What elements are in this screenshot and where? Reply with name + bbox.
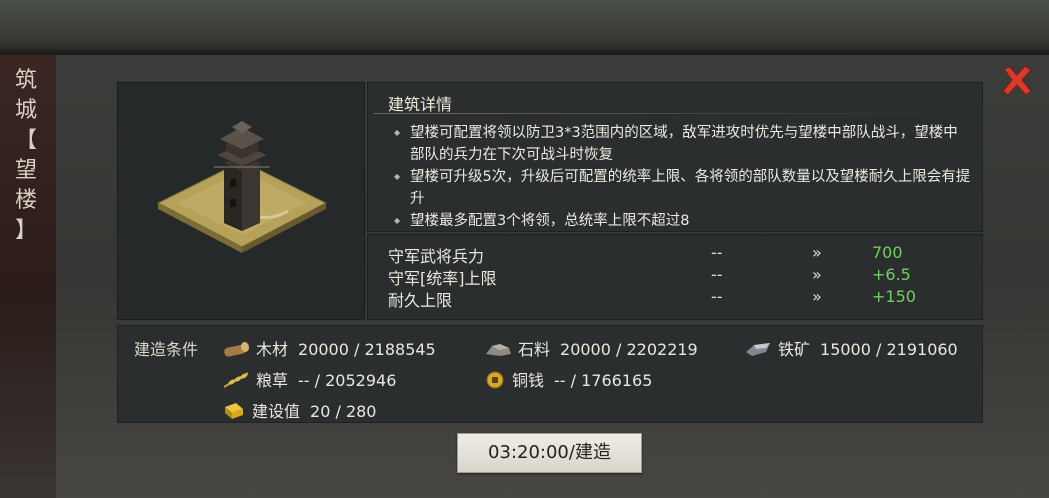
requirement-stone: 石料 20000 / 2202219 [484,336,698,362]
stat-next: 700 [872,243,903,262]
copper-coin-icon [484,370,506,394]
resource-name: 石料 [518,340,551,359]
watchtower-image [156,121,328,253]
detail-item: 望楼可升级5次，升级后可配置的统率上限、各将领的部队数量以及望楼耐久上限会有提升 [392,166,972,210]
requirement-grain: 粮草 -- / 2052946 [222,367,396,393]
resource-name: 粮草 [256,371,289,390]
stat-next: +6.5 [872,265,911,284]
stat-row: 守军武将兵力 -- » 700 [368,243,982,266]
arrow-icon: » [812,243,822,262]
arrow-icon: » [812,265,822,284]
build-button[interactable]: 03:20:00/建造 [457,433,642,473]
requirement-copper: 铜钱 -- / 1766165 [484,367,652,394]
stat-label: 耐久上限 [388,291,453,310]
stat-row: 守军[统率]上限 -- » +6.5 [368,265,982,288]
stat-current: -- [711,243,723,262]
detail-item: 望楼可配置将领以防卫3*3范围内的区域，敌军进攻时优先与望楼中部队战斗，望楼中部… [392,122,972,166]
building-detail-section: 建筑详情 望楼可配置将领以防卫3*3范围内的区域，敌军进攻时优先与望楼中部队战斗… [367,82,983,232]
arrow-icon: » [812,287,822,306]
stat-next: +150 [872,287,916,306]
detail-list: 望楼可配置将领以防卫3*3范围内的区域，敌军进攻时优先与望楼中部队战斗，望楼中部… [392,122,972,232]
stat-current: -- [711,265,723,284]
resource-name: 木材 [256,340,289,359]
title-char: 【 [14,128,37,153]
close-icon [1002,65,1032,96]
resource-value: 15000 / 2191060 [820,340,958,359]
detail-item: 望楼最多配置3个将领，总统率上限不超过8 [392,210,972,232]
wood-icon [222,340,250,362]
resource-value: 20 / 280 [310,402,377,421]
iron-ore-icon [744,340,772,362]
resource-name: 铜钱 [512,371,545,390]
stat-current: -- [711,287,723,306]
grain-icon [222,371,250,393]
title-char: 楼 [14,188,37,213]
title-char: 】 [14,218,37,243]
stone-icon [484,340,512,362]
map-background [0,0,1049,55]
requirement-construction: 建设值 20 / 280 [222,398,376,425]
requirement-iron: 铁矿 15000 / 2191060 [744,336,958,362]
requirement-wood: 木材 20000 / 2188545 [222,336,436,362]
resource-name: 建设值 [252,402,301,421]
building-title: 筑 城 【 望 楼 】 [6,66,46,246]
resource-name: 铁矿 [778,340,811,359]
title-char: 城 [14,98,37,123]
title-char: 望 [14,158,37,183]
construction-value-icon [222,401,246,425]
stat-label: 守军武将兵力 [388,247,485,266]
resource-value: -- / 1766165 [554,371,653,390]
build-requirements: 建造条件 木材 20000 / 2188545 石料 20000 / 2202219… [117,325,983,423]
heading-divider [374,113,974,114]
detail-heading: 建筑详情 [388,95,453,114]
requirements-label: 建造条件 [134,340,199,359]
building-preview [117,82,365,320]
stat-row: 耐久上限 -- » +150 [368,287,982,310]
resource-value: 20000 / 2188545 [298,340,436,359]
close-button[interactable] [998,62,1036,100]
stat-label: 守军[统率]上限 [388,269,497,288]
resource-value: -- / 2052946 [298,371,397,390]
upgrade-stats: 守军武将兵力 -- » 700 守军[统率]上限 -- » +6.5 耐久上限 … [367,234,983,320]
resource-value: 20000 / 2202219 [560,340,698,359]
title-char: 筑 [14,68,37,93]
